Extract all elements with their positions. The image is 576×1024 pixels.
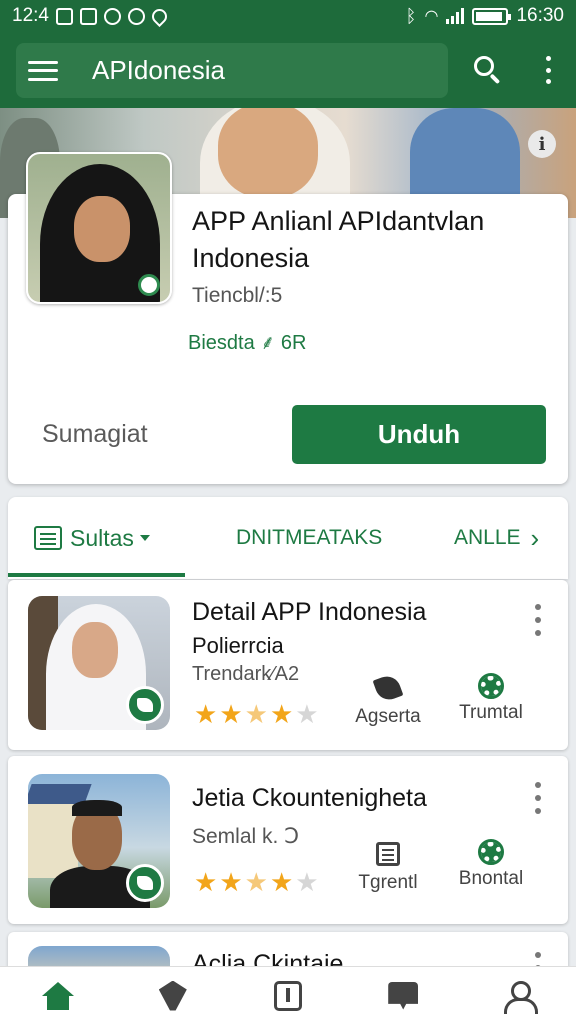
nav-profile[interactable] <box>461 967 576 1024</box>
notification-link-icon <box>103 7 121 25</box>
star-icon: ★ <box>194 699 218 729</box>
signal-icon <box>446 8 465 24</box>
list-item-action-1-label: Tgrentl <box>358 872 418 893</box>
star-icon: ★ <box>295 699 319 729</box>
list-item-action-1[interactable]: Tgrentl <box>338 842 438 894</box>
status-time-left: 12:4 <box>12 5 49 26</box>
gear-icon <box>478 839 504 865</box>
featured-app-title: APP Anlianl APIdantvlan Indonesia <box>192 206 485 273</box>
star-icon: ★ <box>269 867 294 897</box>
tab-anlle[interactable]: ANLLE › <box>454 497 539 579</box>
list-item-action-2[interactable]: Trumtal <box>441 673 541 724</box>
download-button[interactable]: Unduh <box>292 405 546 464</box>
notification-alert-icon <box>127 7 145 25</box>
bluetooth-icon: ᛒ <box>405 5 417 26</box>
tab-dnitmeataks-label: DNITMEATAKS <box>236 526 383 549</box>
verified-badge-icon <box>126 686 164 724</box>
document-icon <box>274 980 302 1011</box>
chat-icon <box>388 981 419 1010</box>
nav-home[interactable] <box>0 967 115 1024</box>
featured-app-size: Biesdta ⸙ 6R <box>188 332 307 354</box>
nav-messages[interactable] <box>346 967 461 1024</box>
document-icon <box>376 842 400 866</box>
tab-bar: Sultas DNITMEATAKS ANLLE › <box>8 497 568 579</box>
notification-check-icon <box>55 7 73 25</box>
active-tab-indicator <box>8 573 185 577</box>
status-bar: 12:4 ᛒ ◠ 16:30 <box>0 0 576 32</box>
chevron-right-icon[interactable]: › <box>531 523 540 554</box>
status-time-right: 16:30 <box>516 5 564 26</box>
list-item-action-1-label: Agserta <box>355 706 421 727</box>
list-item-action-2-label: Bnontal <box>458 868 524 889</box>
verified-badge-icon <box>126 864 164 902</box>
menu-icon[interactable] <box>28 60 58 81</box>
profile-icon <box>504 980 539 1014</box>
star-icon: ★ <box>244 699 268 729</box>
featured-app-thumbnail[interactable] <box>26 152 172 304</box>
list-item-meta: Semlal k. Ↄ <box>192 825 299 848</box>
list-item-thumbnail[interactable] <box>28 596 170 730</box>
info-icon[interactable]: i <box>528 130 556 158</box>
tab-sultas[interactable]: Sultas <box>34 497 150 579</box>
star-icon: ★ <box>269 699 294 729</box>
gear-icon <box>478 673 504 699</box>
list-item-subtitle: Polierrcia <box>192 633 284 658</box>
star-icon: ★ <box>219 867 243 897</box>
list-item-action-1[interactable]: Agserta <box>338 672 438 728</box>
star-rating: ★ ★ ★ ★ ★ <box>194 869 319 895</box>
star-icon: ★ <box>244 867 268 897</box>
tab-anlle-label: ANLLE <box>454 526 521 549</box>
secondary-button[interactable]: Sumagiat <box>42 420 148 449</box>
search-icon[interactable] <box>472 54 504 86</box>
star-icon: ★ <box>219 699 243 729</box>
star-icon: ★ <box>194 867 218 897</box>
list-item-menu-icon[interactable] <box>533 782 543 814</box>
verified-badge-icon <box>138 274 160 296</box>
battery-icon <box>472 7 512 25</box>
app-title: APIdonesia <box>92 55 225 85</box>
list-icon <box>34 526 62 550</box>
gem-icon <box>158 980 187 1011</box>
star-rating: ★ ★ ★ ★ ★ <box>194 701 319 727</box>
list-item-thumbnail[interactable] <box>28 774 170 908</box>
list-item-action-2-label: Trumtal <box>459 702 523 723</box>
nav-documents[interactable] <box>230 967 345 1024</box>
more-options-icon[interactable] <box>540 56 556 84</box>
notification-home-icon <box>79 7 97 25</box>
featured-app-subtitle: Tiencbl/:5 <box>192 284 283 307</box>
wifi-icon: ◠ <box>424 8 439 25</box>
tab-sultas-label: Sultas <box>70 524 134 551</box>
app-bar: APIdonesia <box>16 43 448 98</box>
bottom-navigation <box>0 966 576 1024</box>
star-icon: ★ <box>295 867 319 897</box>
nav-explore[interactable] <box>115 967 230 1024</box>
list-item-action-2[interactable]: Bnontal <box>441 839 541 890</box>
list-item-title: Jetia Ckountenigheta <box>192 784 427 812</box>
caret-down-icon <box>139 535 150 541</box>
leaf-icon <box>372 672 404 704</box>
tab-dnitmeataks[interactable]: DNITMEATAKS <box>236 497 382 579</box>
location-icon <box>148 5 171 27</box>
home-icon <box>41 981 74 1010</box>
list-item-title: Detail APP Indonesia <box>192 598 427 626</box>
list-item-meta: Trendark⁄A2 <box>192 663 300 685</box>
list-item-menu-icon[interactable] <box>533 604 543 636</box>
